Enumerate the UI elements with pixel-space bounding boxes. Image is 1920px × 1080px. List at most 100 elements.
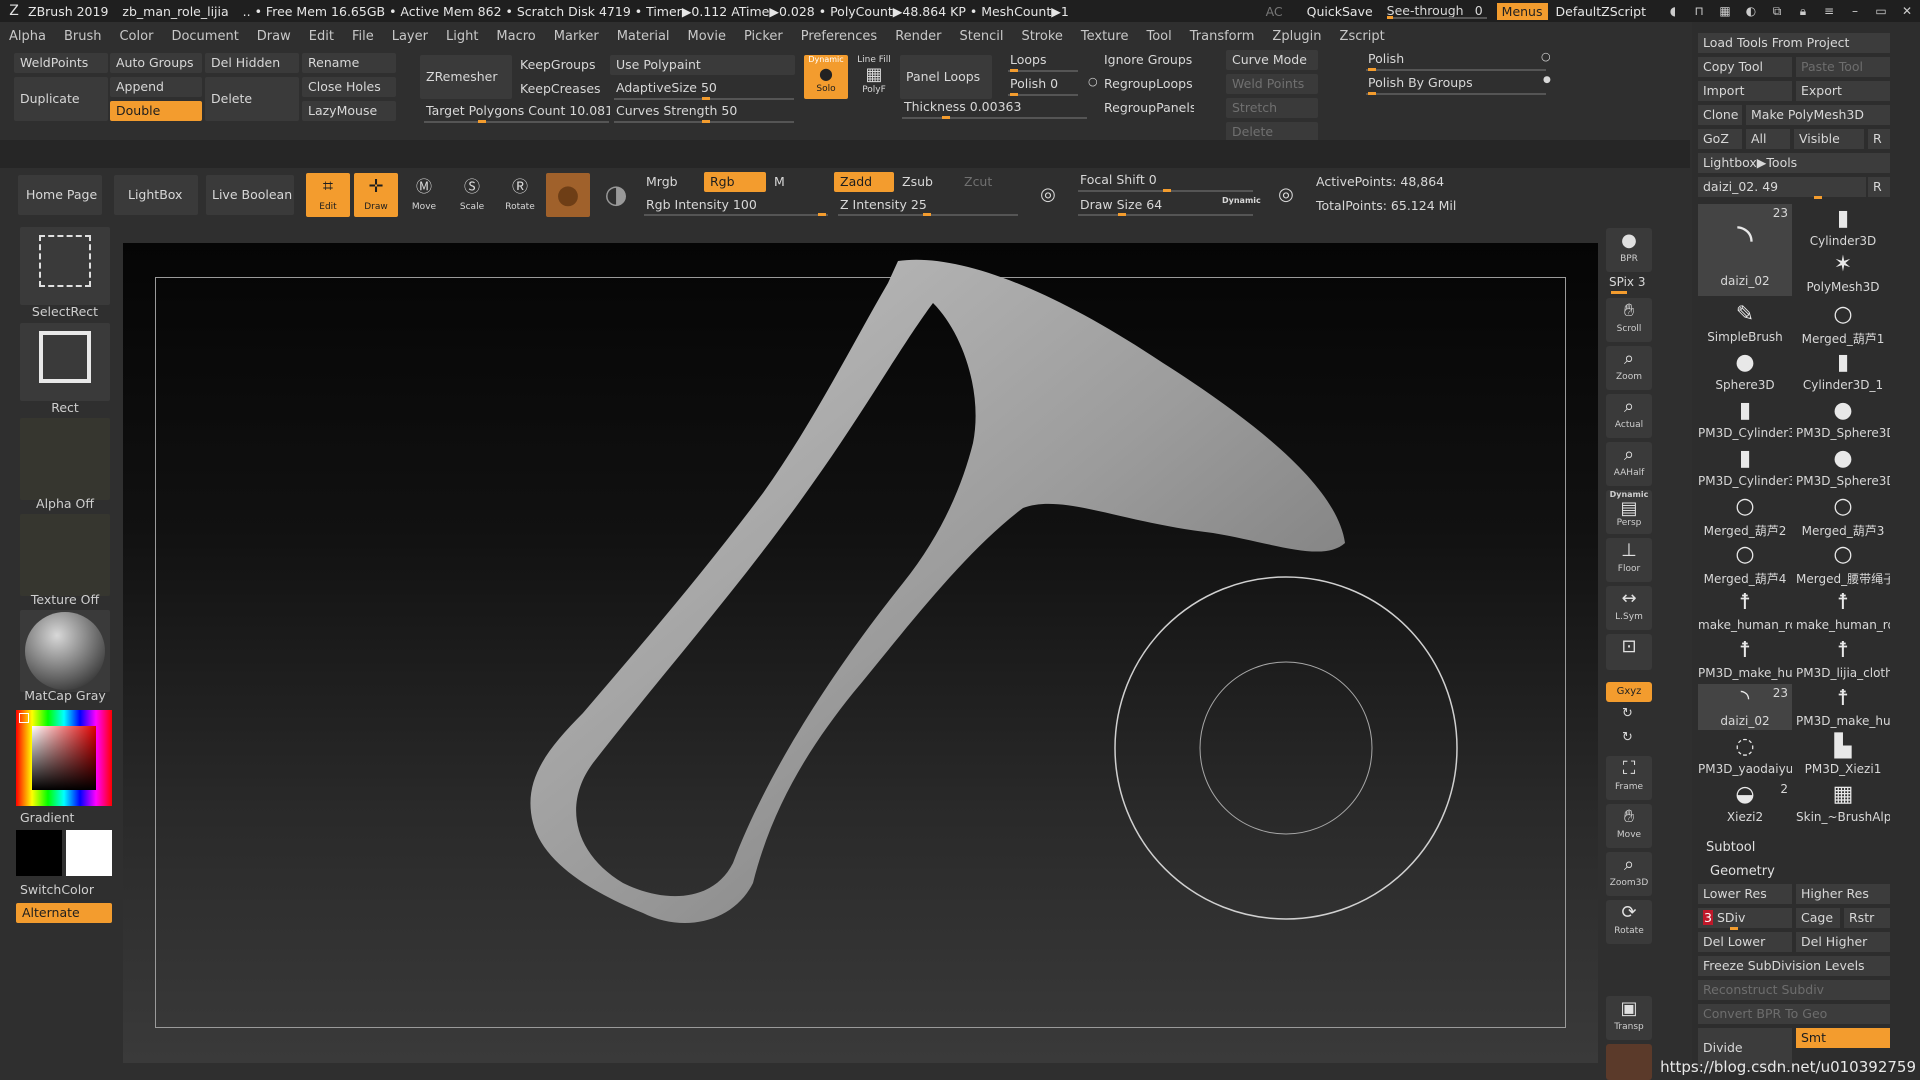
line-fill-button[interactable]: Line Fill ▦ PolyF xyxy=(852,55,896,99)
menu-file[interactable]: File xyxy=(343,29,383,44)
zoom3d-button[interactable]: ⌕ Zoom3D xyxy=(1606,852,1652,896)
curve-mode-button[interactable]: Curve Mode xyxy=(1226,50,1318,70)
menu-movie[interactable]: Movie xyxy=(679,29,735,44)
del-lower-button[interactable]: Del Lower xyxy=(1698,932,1792,952)
menu-document[interactable]: Document xyxy=(162,29,247,44)
menu-brush[interactable]: Brush xyxy=(55,29,111,44)
tool-thumbnail[interactable]: ▦ Skin_~BrushAlph xyxy=(1796,780,1890,826)
del-higher-button[interactable]: Del Higher xyxy=(1796,932,1890,952)
weldpoints-button[interactable]: WeldPoints xyxy=(14,53,108,73)
auto-groups-button[interactable]: Auto Groups xyxy=(110,53,202,73)
y-rotate-icon[interactable]: ↻ xyxy=(1622,706,1633,721)
lock-camera-button[interactable]: ⊡ xyxy=(1606,634,1652,670)
alpha-tile[interactable] xyxy=(20,418,110,500)
tool-thumbnail[interactable]: ○ Merged_腰带绳子 xyxy=(1796,540,1890,586)
goz-button[interactable]: GoZ xyxy=(1698,129,1742,149)
color-picker[interactable] xyxy=(16,710,112,806)
move-view-button[interactable]: ✋︎ Move xyxy=(1606,804,1652,848)
lsym-button[interactable]: ↔ L.Sym xyxy=(1606,586,1652,630)
menu-preferences[interactable]: Preferences xyxy=(792,29,886,44)
menu-icon[interactable]: ≡ xyxy=(1816,4,1842,18)
zoom-button[interactable]: ⌕ Zoom xyxy=(1606,346,1652,390)
curve-delete-button[interactable]: Delete xyxy=(1226,122,1318,142)
menu-render[interactable]: Render xyxy=(886,29,950,44)
polish-slider[interactable]: Polish 0 xyxy=(1004,74,1084,94)
skin-icon[interactable]: ⧉ xyxy=(1764,4,1790,19)
menu-alpha[interactable]: Alpha xyxy=(0,29,55,44)
subtool-header[interactable]: Subtool xyxy=(1706,840,1755,855)
keepcreases-toggle[interactable]: KeepCreases xyxy=(514,79,610,99)
primary-color-swatch[interactable] xyxy=(16,830,62,876)
m-toggle[interactable]: M xyxy=(768,172,820,192)
zremesher-button[interactable]: ZRemesher xyxy=(420,55,512,99)
draw-mode-button[interactable]: ✛ Draw xyxy=(354,173,398,217)
tool-thumbnail[interactable]: ▮ Cylinder3D_1 xyxy=(1796,348,1890,394)
menu-color[interactable]: Color xyxy=(110,29,162,44)
paste-tool-button[interactable]: Paste Tool xyxy=(1796,57,1890,77)
ignore-groups-toggle[interactable]: Ignore Groups xyxy=(1098,50,1194,70)
live-boolean-button[interactable]: Live Boolean xyxy=(206,175,294,215)
tool-thumbnail[interactable]: ☨ PM3D_make_hur xyxy=(1796,684,1890,730)
append-button[interactable]: Append xyxy=(110,77,202,97)
tool-thumbnail[interactable]: ● PM3D_Sphere3D xyxy=(1796,444,1890,490)
r-button[interactable]: R xyxy=(1868,129,1890,149)
tool-thumbnail[interactable]: ▙ PM3D_Xiezi1 xyxy=(1796,732,1890,778)
rect-stroke-tile[interactable] xyxy=(20,323,110,401)
rgb-intensity-slider[interactable]: Rgb Intensity 100 xyxy=(640,195,828,215)
quicksave-button[interactable]: QuickSave xyxy=(1307,4,1373,19)
menu-zplugin[interactable]: Zplugin xyxy=(1263,29,1330,44)
material-swatch-button[interactable]: ● xyxy=(546,173,590,217)
tool-thumbnail[interactable]: ✎ SimpleBrush xyxy=(1698,300,1792,346)
canvas-viewport[interactable] xyxy=(123,243,1598,1063)
tool-thumbnail[interactable]: ● Sphere3D xyxy=(1698,348,1792,394)
menu-texture[interactable]: Texture xyxy=(1072,29,1138,44)
color-icon[interactable]: ◐ xyxy=(1738,4,1764,18)
curves-strength-slider[interactable]: Curves Strength 50 xyxy=(610,101,795,121)
tool-thumbnail[interactable]: ◝ daizi_02 23 xyxy=(1698,204,1792,296)
lazymouse-button[interactable]: LazyMouse xyxy=(302,101,396,121)
tool-thumbnail[interactable]: ▮ PM3D_Cylinder3 xyxy=(1698,444,1792,490)
tool-thumbnail[interactable]: ☨ make_human_ro xyxy=(1698,588,1792,634)
menu-light[interactable]: Light xyxy=(437,29,487,44)
menu-picker[interactable]: Picker xyxy=(735,29,792,44)
tool-thumbnail[interactable]: ▮ Cylinder3D xyxy=(1796,204,1890,250)
clone-button[interactable]: Clone xyxy=(1698,105,1742,125)
menus-toggle[interactable]: Menus xyxy=(1496,2,1548,20)
lightbox-button[interactable]: LightBox xyxy=(114,175,198,215)
rename-button[interactable]: Rename xyxy=(302,53,396,73)
polish-by-groups-slider[interactable]: Polish By Groups xyxy=(1362,73,1552,93)
xyz-rotate-toggle[interactable]: Gxyz xyxy=(1606,682,1652,702)
tool-thumbnail[interactable]: ○ Merged_葫芦4 xyxy=(1698,540,1792,586)
polish-by-groups-dot-icon[interactable]: ● xyxy=(1543,75,1551,85)
switchcolor-button[interactable]: SwitchColor xyxy=(20,882,110,897)
load-tools-from-project-button[interactable]: Load Tools From Project xyxy=(1698,33,1890,53)
sdiv-slider[interactable]: 3 SDiv xyxy=(1698,908,1792,928)
zadd-toggle[interactable]: Zadd xyxy=(834,172,894,192)
edit-mode-button[interactable]: ⌗ Edit xyxy=(306,173,350,217)
adaptive-size-slider[interactable]: AdaptiveSize 50 xyxy=(610,78,795,98)
export-button[interactable]: Export xyxy=(1796,81,1890,101)
focal-shift-slider[interactable]: Focal Shift 0 xyxy=(1074,170,1254,190)
del-hidden-button[interactable]: Del Hidden xyxy=(205,53,299,73)
menu-edit[interactable]: Edit xyxy=(300,29,343,44)
d-pivot-button[interactable]: ◎ xyxy=(1264,173,1308,217)
polish-feature-radio-icon[interactable]: ○ xyxy=(1541,50,1551,63)
maximize-icon[interactable]: ▭ xyxy=(1868,4,1894,18)
alternate-toggle[interactable]: Alternate xyxy=(16,903,112,923)
brush-alpha-button[interactable]: ◑ xyxy=(594,173,638,217)
keepgroups-toggle[interactable]: KeepGroups xyxy=(514,55,610,75)
tool-thumbnail[interactable]: ● PM3D_Sphere3D xyxy=(1796,396,1890,442)
texture-tile[interactable] xyxy=(20,514,110,596)
s-pivot-button[interactable]: ◎ xyxy=(1026,173,1070,217)
solo-button[interactable]: Dynamic ● Solo xyxy=(804,55,848,99)
layout-icon[interactable]: ⊓ xyxy=(1686,4,1712,18)
menu-transform[interactable]: Transform xyxy=(1181,29,1264,44)
duplicate-button[interactable]: Duplicate xyxy=(14,77,108,121)
see-through-slider[interactable]: See-through 0 xyxy=(1386,3,1487,19)
tool-thumbnail[interactable]: ◝ daizi_02 23 xyxy=(1698,684,1792,730)
use-polypaint-toggle[interactable]: Use Polypaint xyxy=(610,55,795,75)
selectrect-brush-tile[interactable] xyxy=(20,227,110,305)
current-tool-slider[interactable]: daizi_02. 49 xyxy=(1698,177,1866,197)
tool-thumbnail[interactable]: ◌ PM3D_yaodaiyua xyxy=(1698,732,1792,778)
loops-slider[interactable]: Loops xyxy=(1004,50,1084,70)
